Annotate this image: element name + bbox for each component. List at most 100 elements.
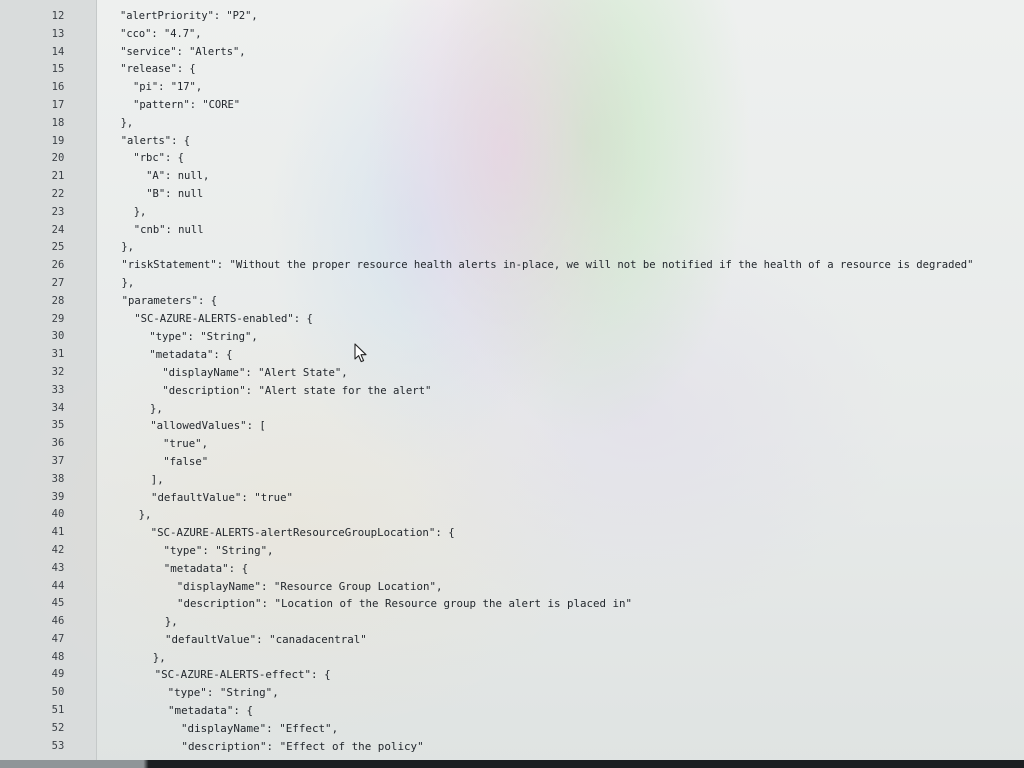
code-text[interactable]: "allowedValues": [ bbox=[150, 417, 266, 435]
line-number: 17 bbox=[51, 98, 65, 111]
code-line[interactable]: 47 "defaultValue": "canadacentral" bbox=[0, 631, 1024, 649]
code-line[interactable]: 27}, bbox=[0, 275, 1024, 293]
code-line[interactable]: 22 "B": null bbox=[0, 186, 1024, 204]
code-text[interactable]: "SC-AZURE-ALERTS-effect": { bbox=[155, 666, 331, 684]
code-line[interactable]: 41 "SC-AZURE-ALERTS-alertResourceGroupLoc… bbox=[0, 524, 1024, 542]
code-text[interactable]: }, bbox=[153, 649, 166, 667]
code-text[interactable]: "true", bbox=[163, 435, 208, 453]
code-text[interactable]: "alerts": { bbox=[121, 133, 190, 151]
line-number: 40 bbox=[51, 508, 65, 521]
code-text[interactable]: "A": null, bbox=[146, 168, 209, 186]
code-line[interactable]: 26 "riskStatement": "Without the proper r… bbox=[0, 257, 1024, 275]
code-text[interactable]: "cco": "4.7", bbox=[120, 26, 201, 44]
line-number: 30 bbox=[51, 330, 65, 343]
code-text[interactable]: }, bbox=[121, 115, 134, 133]
code-line[interactable]: 43 "metadata": { bbox=[0, 560, 1024, 578]
line-number: 32 bbox=[51, 365, 65, 378]
code-line[interactable]: 16 "pi": "17", bbox=[0, 79, 1024, 97]
code-line[interactable]: 37 "false" bbox=[0, 453, 1024, 471]
code-text[interactable]: }, bbox=[139, 506, 152, 524]
code-line[interactable]: 44 "displayName": "Resource Group Locatio… bbox=[0, 578, 1024, 596]
code-text[interactable]: "type": "String", bbox=[164, 542, 274, 560]
code-text[interactable]: "description": "Location of the Resource… bbox=[177, 595, 632, 613]
code-line[interactable]: 51 "metadata": { bbox=[0, 702, 1024, 720]
line-number: 26 bbox=[51, 259, 65, 272]
code-text[interactable]: "metadata": { bbox=[149, 346, 232, 364]
code-line[interactable]: 49 "SC-AZURE-ALERTS-effect": { bbox=[0, 666, 1024, 684]
code-text[interactable]: }, bbox=[134, 204, 147, 222]
code-text[interactable]: }, bbox=[150, 400, 163, 418]
code-line[interactable]: 36 "true", bbox=[0, 435, 1024, 453]
code-line[interactable]: 23}, bbox=[0, 204, 1024, 222]
line-number: 20 bbox=[51, 152, 65, 165]
code-text[interactable]: "rbc": { bbox=[133, 150, 184, 168]
code-text[interactable]: "alertPriority": "P2", bbox=[120, 8, 258, 26]
code-line[interactable]: 40}, bbox=[0, 506, 1024, 524]
code-line[interactable]: 42 "type": "String", bbox=[0, 542, 1024, 560]
code-text[interactable]: }, bbox=[122, 275, 135, 293]
code-text[interactable]: "parameters": { bbox=[122, 293, 218, 311]
code-line[interactable]: 18}, bbox=[0, 115, 1024, 133]
code-line[interactable]: 17 "pattern": "CORE" bbox=[0, 97, 1024, 115]
code-line[interactable]: 50 "type": "String", bbox=[0, 684, 1024, 702]
code-line[interactable]: 13 "cco": "4.7", bbox=[0, 26, 1024, 44]
code-line[interactable]: 14 "service": "Alerts", bbox=[0, 44, 1024, 62]
code-line[interactable]: 12 "alertPriority": "P2", bbox=[0, 8, 1024, 26]
code-line[interactable]: 45 "description": "Location of the Resour… bbox=[0, 595, 1024, 613]
line-number: 44 bbox=[51, 579, 65, 592]
code-text[interactable]: ], bbox=[151, 471, 164, 489]
code-text[interactable]: "release": { bbox=[120, 61, 195, 79]
code-text[interactable]: }, bbox=[121, 239, 134, 257]
line-number: 38 bbox=[51, 472, 65, 485]
code-line[interactable]: 46}, bbox=[0, 613, 1024, 631]
code-line[interactable]: 24 "cnb": null bbox=[0, 222, 1024, 240]
code-editor-screen: 12 "alertPriority": "P2", 13 "cco": "4.7", 1… bbox=[0, 0, 1024, 768]
line-number: 50 bbox=[51, 686, 65, 699]
code-text[interactable]: }, bbox=[165, 613, 178, 631]
code-text[interactable]: "description": "Effect of the policy" bbox=[181, 738, 423, 756]
line-number: 43 bbox=[51, 561, 65, 574]
code-line[interactable]: 52 "displayName": "Effect", bbox=[0, 720, 1024, 738]
code-line[interactable]: 15 "release": { bbox=[0, 61, 1024, 79]
code-line[interactable]: 28 "parameters": { bbox=[0, 293, 1024, 311]
code-line[interactable]: 30 "type": "String", bbox=[0, 328, 1024, 346]
code-text[interactable]: "pi": "17", bbox=[133, 79, 202, 97]
code-text[interactable]: "type": "String", bbox=[149, 328, 258, 346]
code-text[interactable]: "service": "Alerts", bbox=[120, 44, 245, 62]
line-number: 36 bbox=[51, 437, 65, 450]
code-text[interactable]: "type": "String", bbox=[168, 684, 279, 702]
code-line[interactable]: 29 "SC-AZURE-ALERTS-enabled": { bbox=[0, 311, 1024, 329]
code-line[interactable]: 33 "description": "Alert state for the al… bbox=[0, 382, 1024, 400]
line-number: 42 bbox=[51, 543, 65, 556]
code-text[interactable]: "defaultValue": "true" bbox=[151, 489, 293, 507]
code-text[interactable]: "defaultValue": "canadacentral" bbox=[165, 631, 367, 649]
code-line[interactable]: 34}, bbox=[0, 400, 1024, 418]
code-text[interactable]: "cnb": null bbox=[134, 222, 204, 240]
code-text[interactable]: "riskStatement": "Without the proper res… bbox=[121, 257, 973, 275]
code-line[interactable]: 19 "alerts": { bbox=[0, 133, 1024, 151]
taskbar bbox=[0, 760, 1024, 768]
line-number: 46 bbox=[51, 615, 65, 628]
code-line[interactable]: 32 "displayName": "Alert State", bbox=[0, 364, 1024, 382]
code-text[interactable]: "SC-AZURE-ALERTS-alertResourceGroupLocat… bbox=[151, 524, 455, 542]
code-line[interactable]: 48}, bbox=[0, 649, 1024, 667]
code-text[interactable]: "displayName": "Effect", bbox=[181, 720, 338, 738]
code-line[interactable]: 25}, bbox=[0, 239, 1024, 257]
code-line[interactable]: 35 "allowedValues": [ bbox=[0, 417, 1024, 435]
code-text[interactable]: "false" bbox=[163, 453, 208, 471]
code-text[interactable]: "displayName": "Alert State", bbox=[162, 364, 348, 382]
code-line[interactable]: 39 "defaultValue": "true" bbox=[0, 489, 1024, 507]
code-line[interactable]: 38], bbox=[0, 471, 1024, 489]
code-editor[interactable]: 12 "alertPriority": "P2", 13 "cco": "4.7", 1… bbox=[0, 8, 1024, 762]
code-text[interactable]: "displayName": "Resource Group Location"… bbox=[177, 578, 443, 596]
code-text[interactable]: "description": "Alert state for the aler… bbox=[162, 382, 431, 400]
code-line[interactable]: 21 "A": null, bbox=[0, 168, 1024, 186]
code-text[interactable]: "B": null bbox=[146, 186, 203, 204]
code-text[interactable]: "pattern": "CORE" bbox=[133, 97, 240, 115]
code-text[interactable]: "SC-AZURE-ALERTS-enabled": { bbox=[134, 311, 313, 329]
code-line[interactable]: 53 "description": "Effect of the policy" bbox=[0, 738, 1024, 756]
code-line[interactable]: 31 "metadata": { bbox=[0, 346, 1024, 364]
code-text[interactable]: "metadata": { bbox=[164, 560, 248, 578]
code-text[interactable]: "metadata": { bbox=[168, 702, 253, 720]
code-line[interactable]: 20 "rbc": { bbox=[0, 150, 1024, 168]
